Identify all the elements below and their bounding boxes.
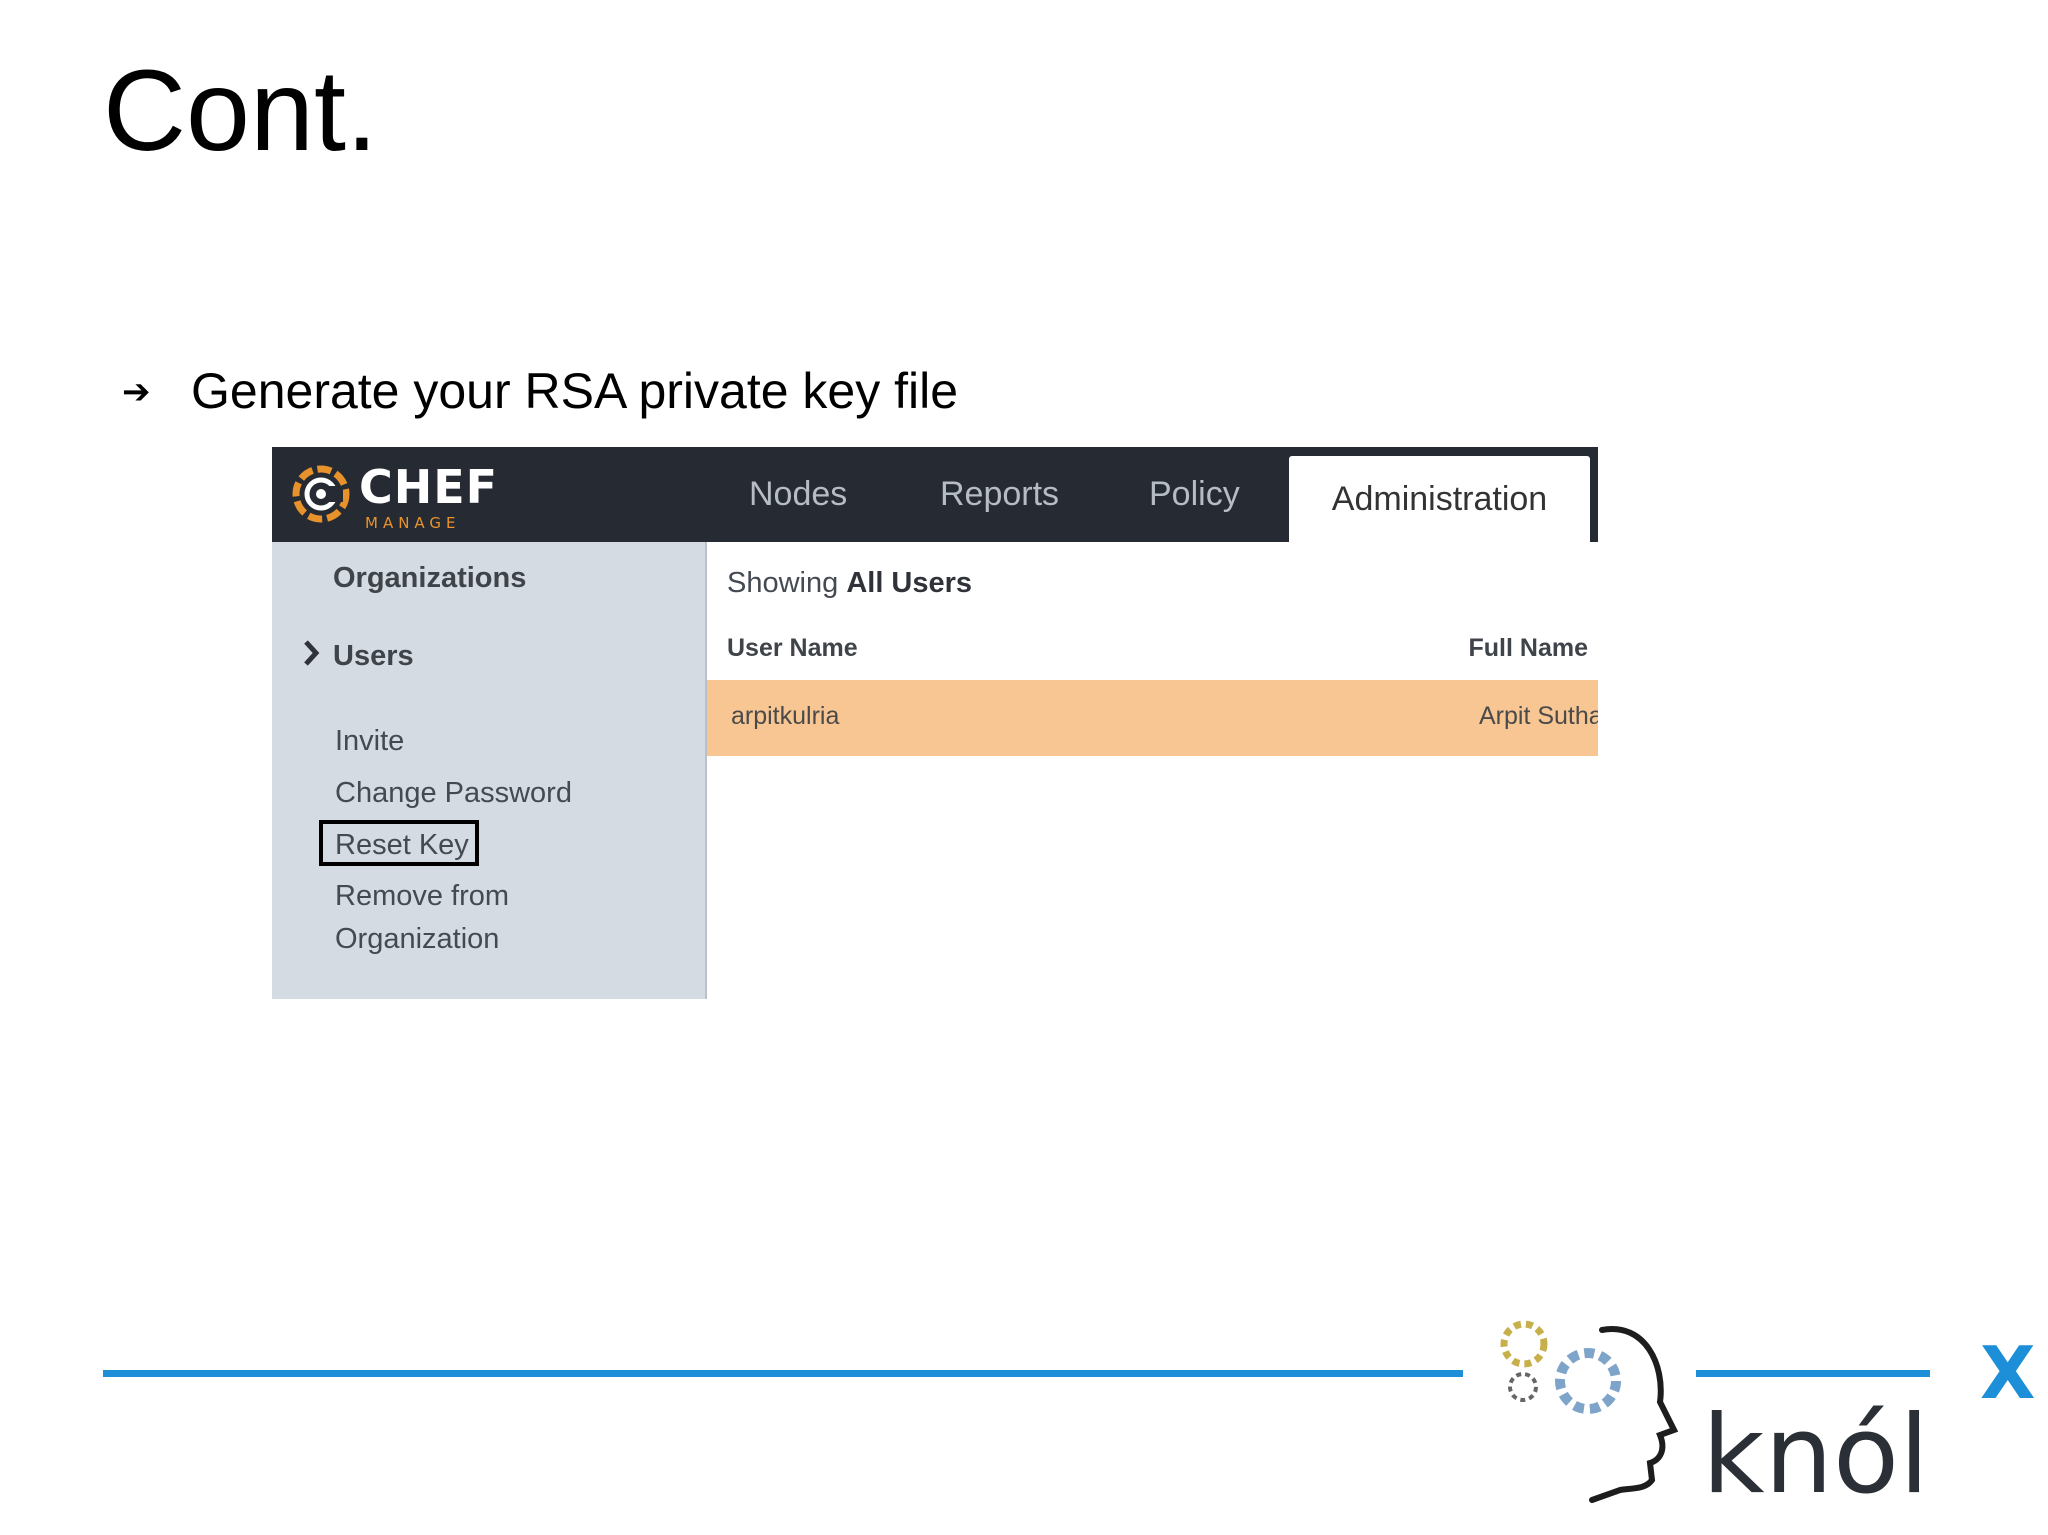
chef-logo-icon bbox=[292, 465, 350, 523]
sidebar-link-remove-from-organization-line2[interactable]: Organization bbox=[335, 923, 499, 956]
heading-prefix: Showing bbox=[727, 567, 839, 599]
heading-bold: All Users bbox=[846, 567, 973, 599]
brand-superscript: X bbox=[1980, 1331, 2036, 1415]
main-heading: Showing All Users bbox=[727, 567, 972, 600]
sidebar: Organizations Users Invite Change Passwo… bbox=[272, 542, 707, 999]
brand-text: knól bbox=[1702, 1393, 1929, 1518]
tab-reports[interactable]: Reports bbox=[940, 475, 1059, 514]
bullet-arrow-icon: ➔ bbox=[122, 373, 151, 411]
slide-title: Cont. bbox=[103, 47, 378, 175]
column-header-user-name[interactable]: User Name bbox=[727, 634, 858, 663]
tab-policy[interactable]: Policy bbox=[1149, 475, 1240, 514]
sidebar-item-users[interactable]: Users bbox=[333, 640, 414, 673]
sidebar-link-invite[interactable]: Invite bbox=[335, 725, 404, 758]
sidebar-link-reset-key[interactable]: Reset Key bbox=[335, 829, 469, 862]
logo-wordmark: CHEF bbox=[359, 460, 499, 514]
chevron-right-icon bbox=[304, 640, 320, 666]
tab-nodes[interactable]: Nodes bbox=[749, 475, 847, 514]
main-panel: Showing All Users User Name Full Name ar… bbox=[707, 542, 1598, 999]
knolx-logo: knól X bbox=[1500, 1320, 2036, 1518]
bullet-text: Generate your RSA private key file bbox=[191, 363, 959, 419]
gear-icon bbox=[1500, 1320, 1621, 1414]
table-row[interactable]: arpitkulria Arpit Suthar bbox=[707, 680, 1598, 756]
footer-rule-left bbox=[103, 1370, 1463, 1377]
cell-full-name: Arpit Suthar bbox=[1479, 702, 1598, 730]
top-navbar: CHEF MANAGE Nodes Reports Policy Adminis… bbox=[272, 447, 1598, 542]
chef-manage-screenshot: CHEF MANAGE Nodes Reports Policy Adminis… bbox=[272, 447, 1598, 999]
chef-logo[interactable]: CHEF MANAGE bbox=[291, 460, 516, 532]
logo-subtext: MANAGE bbox=[365, 514, 461, 532]
column-header-full-name[interactable]: Full Name bbox=[1469, 634, 1588, 663]
cell-user-name: arpitkulria bbox=[731, 702, 840, 730]
sidebar-item-organizations[interactable]: Organizations bbox=[333, 562, 526, 595]
tab-administration[interactable]: Administration bbox=[1289, 456, 1590, 542]
sidebar-link-remove-from-organization[interactable]: Remove from bbox=[335, 880, 509, 913]
sidebar-link-change-password[interactable]: Change Password bbox=[335, 777, 572, 810]
